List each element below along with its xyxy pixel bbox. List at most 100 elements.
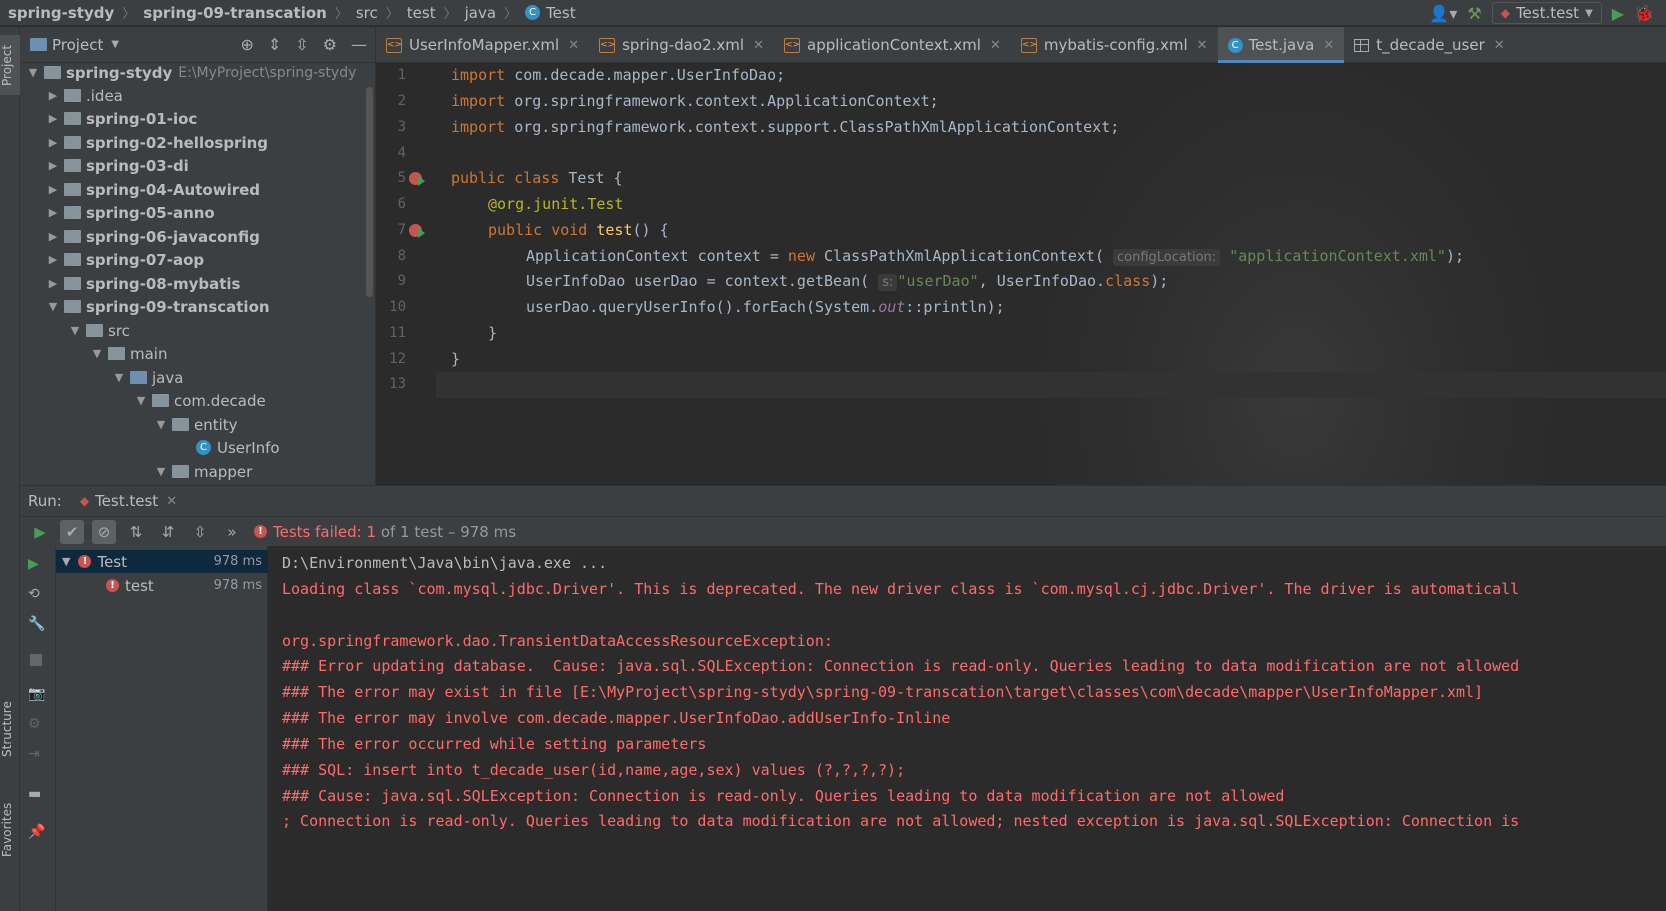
run-configuration-select[interactable]: ◆ Test.test ▼ — [1491, 2, 1602, 24]
expand-all-icon[interactable]: ⇳ — [188, 520, 212, 544]
chevron-right-icon[interactable]: ▶ — [46, 277, 60, 290]
chevron-down-icon[interactable]: ▼ — [154, 465, 168, 478]
chevron-down-icon[interactable]: ▼ — [68, 324, 82, 337]
run-icon[interactable]: ▶ — [1612, 4, 1624, 23]
stop-icon[interactable] — [30, 654, 42, 666]
sort-alphabetically-icon[interactable]: ⇅ — [124, 520, 148, 544]
module-folder-icon — [64, 300, 81, 313]
code-editor[interactable]: 1 2 3 4 5 6 7 8 9 10 11 12 13 import com… — [376, 63, 1666, 485]
close-icon[interactable]: ✕ — [1323, 38, 1334, 53]
build-hammer-icon[interactable]: ⚒ — [1467, 4, 1481, 23]
sort-duration-icon[interactable]: ⇵ — [156, 520, 180, 544]
tree-item[interactable]: ▼ com.decade — [134, 389, 266, 412]
toggle-auto-test-icon[interactable]: ⟲ — [28, 586, 40, 602]
tree-item[interactable]: ▶ spring-07-aop — [46, 248, 204, 271]
tab-applicationcontext-xml[interactable]: <> applicationContext.xml ✕ — [774, 27, 1011, 63]
run-test-method-icon[interactable] — [418, 228, 425, 238]
project-tool-tab[interactable]: Project — [0, 35, 20, 95]
tree-item[interactable]: ▼ mapper — [154, 460, 252, 483]
console-output[interactable]: D:\Environment\Java\bin\java.exe ... Loa… — [268, 546, 1666, 911]
tree-item[interactable]: ▶ spring-01-ioc — [46, 107, 198, 130]
tab-userinfomapper-xml[interactable]: <> UserInfoMapper.xml ✕ — [376, 27, 589, 63]
module-folder-icon — [44, 66, 61, 79]
rerun-icon[interactable]: ▶ — [28, 520, 52, 544]
chevron-down-icon[interactable]: ▼ — [154, 418, 168, 431]
chevron-right-icon[interactable]: ▶ — [46, 112, 60, 125]
minimize-icon[interactable]: — — [351, 35, 367, 54]
chevron-down-icon[interactable]: ▼ — [26, 66, 40, 79]
chevron-right-icon[interactable]: ▶ — [46, 89, 60, 102]
debug-icon[interactable]: 🐞 — [1634, 4, 1654, 23]
show-ignored-icon[interactable]: ⊘ — [92, 519, 116, 544]
expand-all-icon[interactable]: ⇕ — [268, 35, 281, 54]
camera-icon[interactable]: 📷 — [28, 686, 45, 702]
chevron-down-icon[interactable]: ▼ — [111, 39, 119, 50]
tab-mybatis-config-xml[interactable]: <> mybatis-config.xml ✕ — [1011, 27, 1218, 63]
chevron-down-icon[interactable]: ▼ — [46, 300, 60, 313]
chevron-right-icon[interactable]: ▶ — [46, 136, 60, 149]
chevron-right-icon[interactable]: ▶ — [46, 159, 60, 172]
tree-item[interactable]: ▶ spring-04-Autowired — [46, 178, 260, 201]
more-icon[interactable]: » — [220, 520, 244, 544]
breadcrumb-module[interactable]: spring-09-transcation — [135, 0, 333, 26]
tree-root[interactable]: ▼ spring-stydy E:\MyProject\spring-stydy — [26, 61, 357, 84]
test-class-row[interactable]: ▼ ! Test 978 ms — [56, 550, 268, 573]
tree-item[interactable]: ▼ main — [90, 342, 168, 365]
chevron-down-icon[interactable]: ▼ — [112, 371, 126, 384]
close-icon[interactable]: ✕ — [568, 38, 579, 53]
tree-item[interactable]: ▶ spring-03-di — [46, 154, 189, 177]
breadcrumb-src[interactable]: src — [348, 0, 384, 26]
tree-item[interactable]: ▶ .idea — [46, 84, 123, 107]
close-icon[interactable]: ✕ — [1494, 38, 1505, 53]
chevron-right-icon[interactable]: ▶ — [46, 206, 60, 219]
tab-spring-dao2-xml[interactable]: <> spring-dao2.xml ✕ — [589, 27, 774, 63]
chevron-right-icon[interactable]: ▶ — [46, 253, 60, 266]
project-panel-title[interactable]: Project — [52, 36, 103, 54]
project-scrollbar[interactable] — [366, 87, 373, 297]
breadcrumb-test[interactable]: test — [399, 0, 442, 26]
tree-item[interactable]: ▼ entity — [154, 413, 238, 436]
class-icon: C — [196, 440, 211, 455]
tree-item[interactable]: ▼ src — [68, 319, 130, 342]
close-icon[interactable]: ✕ — [166, 494, 177, 509]
close-icon[interactable]: ✕ — [1197, 38, 1208, 53]
test-method-row[interactable]: ! test 978 ms — [56, 574, 268, 597]
tree-item-label: src — [108, 321, 130, 340]
user-icon[interactable]: 👤▾ — [1429, 4, 1457, 23]
tree-item[interactable]: ▶ spring-02-hellospring — [46, 131, 268, 154]
close-icon[interactable]: ✕ — [990, 38, 1001, 53]
pin-icon[interactable]: 📌 — [28, 824, 45, 840]
collapse-all-icon[interactable]: ⇳ — [295, 35, 308, 54]
tree-item[interactable]: ▶ spring-05-anno — [46, 201, 215, 224]
run-test-class-icon[interactable] — [418, 176, 425, 186]
tree-item-label: main — [130, 344, 168, 363]
tree-item[interactable]: ▼ java — [112, 366, 184, 389]
favorites-tool-tab[interactable]: Favorites — [0, 792, 20, 867]
close-icon[interactable]: ✕ — [753, 38, 764, 53]
show-passed-icon[interactable]: ✔ — [60, 519, 84, 544]
locate-icon[interactable]: ⊕ — [240, 35, 253, 54]
chevron-down-icon[interactable]: ▼ — [62, 555, 70, 568]
tab-test-java[interactable]: C Test.java ✕ — [1217, 27, 1345, 63]
gear-icon[interactable]: ⚙ — [28, 716, 41, 732]
rerun-failed-icon[interactable]: ▶ — [28, 556, 39, 572]
tree-item[interactable]: ▼ spring-09-transcation — [46, 295, 270, 318]
tree-item[interactable]: C UserInfo — [192, 436, 280, 459]
layout-icon[interactable]: ▬ — [28, 786, 41, 802]
export-icon[interactable]: ⇥ — [28, 746, 40, 762]
tab-t-decade-user[interactable]: t_decade_user ✕ — [1344, 27, 1514, 63]
wrench-icon[interactable]: 🔧 — [28, 616, 45, 632]
tree-item[interactable]: ▶ spring-06-javaconfig — [46, 225, 260, 248]
chevron-right-icon[interactable]: ▶ — [46, 183, 60, 196]
breadcrumb-file[interactable]: C Test — [517, 0, 582, 26]
breadcrumb-java[interactable]: java — [457, 0, 502, 26]
gear-icon[interactable]: ⚙ — [323, 35, 337, 54]
run-tab[interactable]: ◆ Test.test ✕ — [80, 492, 177, 510]
structure-tool-tab[interactable]: Structure — [0, 692, 20, 767]
chevron-down-icon[interactable]: ▼ — [134, 394, 148, 407]
breadcrumb-project[interactable]: spring-stydy — [0, 0, 120, 26]
tree-item[interactable]: ▶ spring-08-mybatis — [46, 272, 241, 295]
code-line-7: public void test() { — [488, 221, 669, 239]
chevron-right-icon[interactable]: ▶ — [46, 230, 60, 243]
chevron-down-icon[interactable]: ▼ — [90, 347, 104, 360]
